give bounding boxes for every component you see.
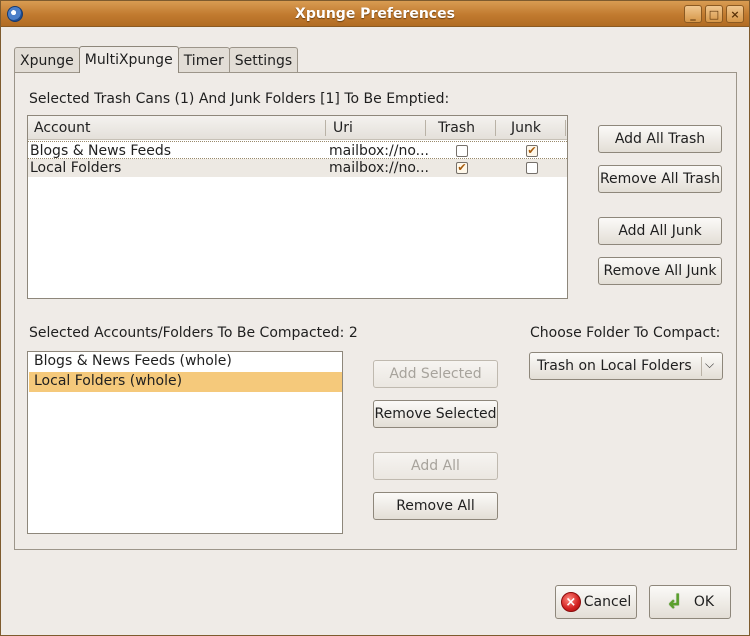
- add-all-button[interactable]: Add All: [373, 452, 498, 480]
- empty-section-heading: Selected Trash Cans (1) And Junk Folders…: [29, 91, 450, 107]
- table-header: Account Uri Trash Junk: [28, 116, 567, 140]
- cancel-icon: ×: [560, 592, 581, 612]
- column-separator: [565, 120, 566, 136]
- remove-all-trash-button[interactable]: Remove All Trash: [598, 165, 722, 193]
- cancel-label: Cancel: [583, 594, 632, 610]
- list-item[interactable]: Blogs & News Feeds (whole): [29, 352, 342, 372]
- trash-junk-table[interactable]: Account Uri Trash Junk Blogs & News Feed…: [27, 115, 568, 299]
- column-account[interactable]: Account: [34, 120, 91, 136]
- minimize-button[interactable]: _: [684, 5, 702, 23]
- column-junk[interactable]: Junk: [511, 120, 541, 136]
- junk-checkbox[interactable]: [526, 162, 538, 174]
- cancel-button[interactable]: × Cancel: [555, 585, 637, 619]
- add-all-junk-button[interactable]: Add All Junk: [598, 217, 722, 245]
- close-button[interactable]: ×: [726, 5, 744, 23]
- uri-cell: mailbox://no...: [329, 143, 429, 159]
- folder-select[interactable]: Trash on Local Folders ⌵: [529, 352, 723, 380]
- junk-checkbox[interactable]: ✔: [526, 145, 538, 157]
- ok-button[interactable]: ↲ OK: [649, 585, 731, 619]
- maximize-button[interactable]: □: [705, 5, 723, 23]
- column-separator: [425, 120, 426, 136]
- account-cell: Blogs & News Feeds: [30, 143, 172, 159]
- combo-separator: [701, 357, 702, 376]
- title-bar[interactable]: Xpunge Preferences _ □ ×: [1, 1, 749, 27]
- remove-selected-button[interactable]: Remove Selected: [373, 400, 498, 428]
- tab-settings[interactable]: Settings: [228, 47, 299, 73]
- chevron-down-icon[interactable]: ⌵: [705, 357, 714, 372]
- trash-checkbox[interactable]: ✔: [456, 162, 468, 174]
- ok-label: OK: [693, 594, 715, 610]
- preferences-window: Xpunge Preferences _ □ × Xpunge MultiXpu…: [0, 0, 750, 636]
- column-trash[interactable]: Trash: [438, 120, 475, 136]
- tab-xpunge[interactable]: Xpunge: [14, 47, 80, 73]
- tab-bar: Xpunge MultiXpunge Timer Settings: [14, 46, 299, 73]
- add-selected-button[interactable]: Add Selected: [373, 360, 498, 388]
- folder-select-value: Trash on Local Folders: [537, 358, 692, 374]
- remove-all-button[interactable]: Remove All: [373, 492, 498, 520]
- choose-folder-label: Choose Folder To Compact:: [530, 325, 721, 341]
- remove-all-junk-button[interactable]: Remove All Junk: [598, 257, 722, 285]
- tab-timer[interactable]: Timer: [177, 47, 230, 73]
- add-all-trash-button[interactable]: Add All Trash: [598, 125, 722, 153]
- compact-section-heading: Selected Accounts/Folders To Be Compacte…: [29, 325, 358, 341]
- tab-multixpunge[interactable]: MultiXpunge: [78, 46, 179, 73]
- uri-cell: mailbox://no...: [329, 160, 429, 176]
- column-separator: [495, 120, 496, 136]
- table-row[interactable]: Local Folders mailbox://no... ✔: [28, 159, 567, 177]
- trash-checkbox[interactable]: [456, 145, 468, 157]
- column-separator: [325, 120, 326, 136]
- column-uri[interactable]: Uri: [333, 120, 353, 136]
- list-item-selected[interactable]: Local Folders (whole): [29, 372, 342, 392]
- account-cell: Local Folders: [30, 160, 122, 176]
- ok-arrow-icon: ↲: [665, 589, 683, 613]
- table-row[interactable]: Blogs & News Feeds mailbox://no... ✔: [28, 141, 567, 159]
- compact-folder-list[interactable]: Blogs & News Feeds (whole) Local Folders…: [27, 351, 343, 534]
- window-title: Xpunge Preferences: [295, 6, 455, 22]
